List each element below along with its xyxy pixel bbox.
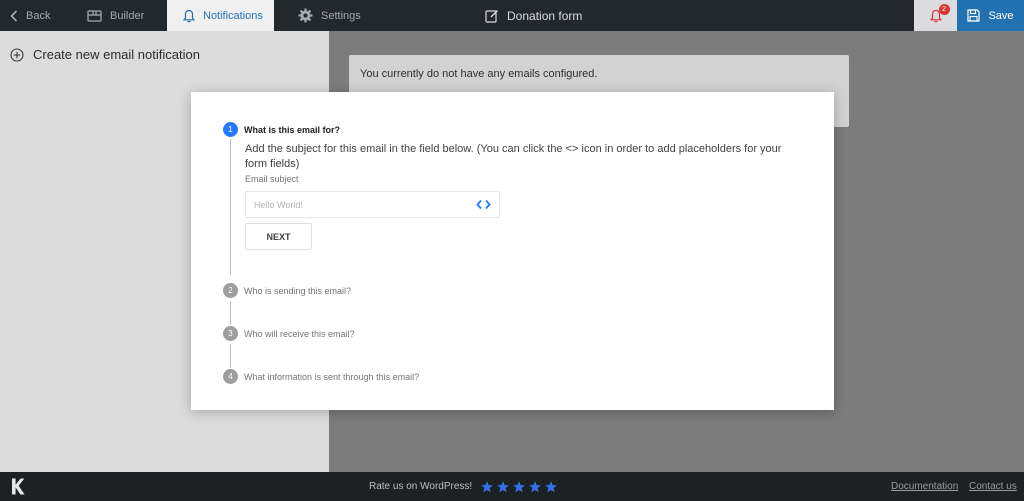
- email-subject-input[interactable]: [254, 199, 464, 210]
- brand-logo: [12, 478, 25, 495]
- step-number: 3: [223, 326, 238, 341]
- edit-icon: [485, 9, 498, 23]
- step-number: 2: [223, 283, 238, 298]
- step-title: What information is sent through this em…: [244, 371, 420, 382]
- contact-us-link[interactable]: Contact us: [969, 472, 1017, 501]
- notifications-bell-button[interactable]: 2: [914, 0, 957, 31]
- star-icon[interactable]: [496, 480, 510, 494]
- star-icon[interactable]: [512, 480, 526, 494]
- back-label: Back: [26, 9, 51, 22]
- tab-notifications[interactable]: Notifications: [167, 0, 274, 31]
- create-notification-label: Create new email notification: [33, 47, 200, 62]
- back-button[interactable]: Back: [10, 0, 50, 31]
- form-title[interactable]: Donation form: [485, 0, 582, 31]
- email-subject-field[interactable]: [245, 191, 500, 218]
- step-number: 4: [223, 369, 238, 384]
- plus-circle-icon: [10, 47, 24, 62]
- gear-icon: [298, 8, 313, 23]
- rate-us-text: Rate us on WordPress!: [369, 481, 473, 492]
- empty-notice-text: You currently do not have any emails con…: [360, 68, 598, 80]
- step-connector: [230, 139, 231, 275]
- documentation-link[interactable]: Documentation: [891, 472, 958, 501]
- email-subject-label: Email subject: [245, 174, 299, 184]
- bell-icon: [183, 9, 195, 22]
- step-connector: [230, 301, 231, 325]
- create-notification-button[interactable]: Create new email notification: [10, 47, 200, 62]
- code-icon[interactable]: [476, 198, 491, 211]
- step-title: What is this email for?: [244, 124, 341, 135]
- rate-us[interactable]: Rate us on WordPress!: [369, 472, 558, 501]
- builder-icon: [87, 10, 102, 22]
- star-icon[interactable]: [528, 480, 542, 494]
- step-3[interactable]: 3 Who will receive this email?: [223, 326, 355, 341]
- tab-builder[interactable]: Builder: [87, 0, 144, 31]
- star-icon[interactable]: [480, 480, 494, 494]
- save-button[interactable]: Save: [957, 0, 1024, 31]
- save-icon: [967, 9, 981, 22]
- chevron-left-icon: [10, 9, 18, 22]
- notification-count-badge: 2: [938, 3, 950, 15]
- step-connector: [230, 344, 231, 368]
- tab-settings[interactable]: Settings: [298, 0, 361, 31]
- step-1[interactable]: 1 What is this email for?: [223, 122, 340, 137]
- step-2[interactable]: 2 Who is sending this email?: [223, 283, 351, 298]
- email-setup-modal: 1 What is this email for? Add the subjec…: [191, 92, 834, 410]
- next-button[interactable]: NEXT: [245, 223, 312, 250]
- save-label: Save: [988, 9, 1014, 22]
- builder-label: Builder: [110, 9, 145, 22]
- step-number: 1: [223, 122, 238, 137]
- step-title: Who is sending this email?: [244, 285, 352, 296]
- footer: Rate us on WordPress! Documentation Cont…: [0, 472, 1024, 501]
- step-description: Add the subject for this email in the fi…: [245, 143, 782, 170]
- settings-label: Settings: [321, 9, 361, 22]
- step-title: Who will receive this email?: [244, 328, 355, 339]
- notifications-label: Notifications: [203, 9, 263, 22]
- star-icon[interactable]: [544, 480, 558, 494]
- rating-stars[interactable]: [480, 480, 558, 494]
- top-bar: Back Builder Notifications Settings Dona…: [0, 0, 1024, 31]
- step-4[interactable]: 4 What information is sent through this …: [223, 369, 419, 384]
- form-title-label: Donation form: [507, 8, 583, 23]
